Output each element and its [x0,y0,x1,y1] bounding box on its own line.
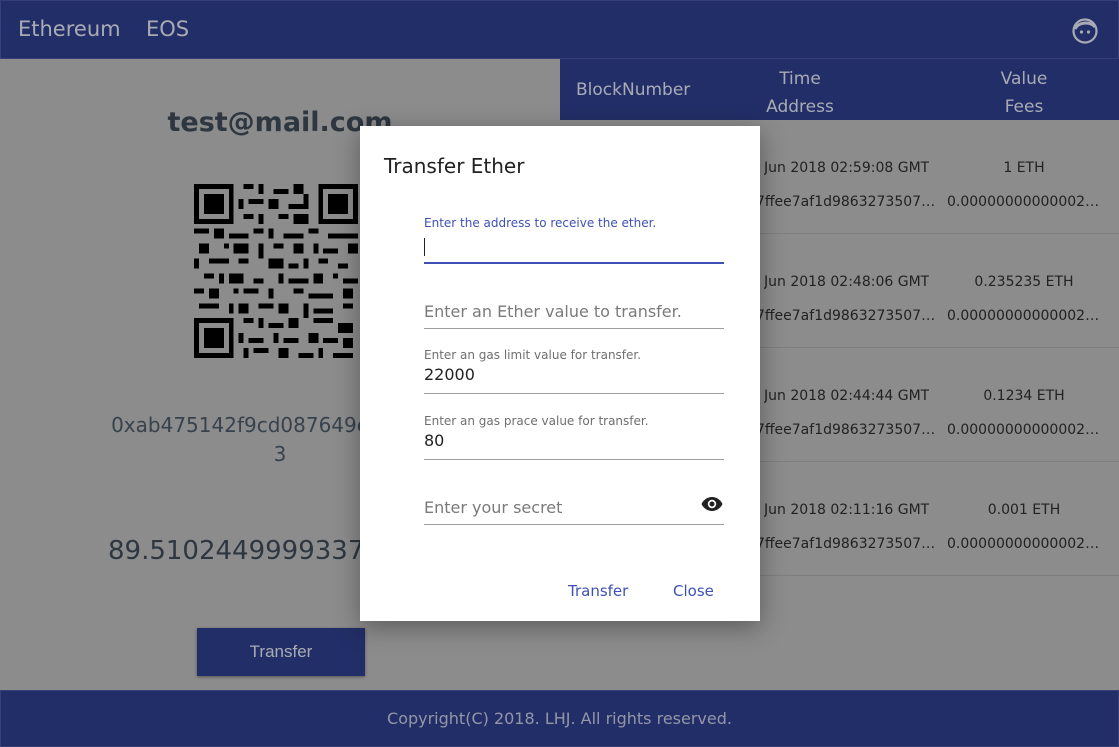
text-caret [424,238,425,256]
dialog-transfer-button[interactable]: Transfer [568,582,628,600]
input-underline [424,393,724,394]
dialog-title: Transfer Ether [384,154,525,178]
transfer-dialog: Transfer Ether Enter the address to rece… [360,126,760,621]
secret-input[interactable]: Enter your secret [424,498,724,525]
ether-value-placeholder: Enter an Ether value to transfer. [424,302,682,321]
input-underline [424,524,724,525]
eye-icon[interactable] [700,492,724,516]
gas-price-value: 80 [424,431,445,450]
gas-price-label: Enter an gas prace value for transfer. [424,414,649,428]
dialog-close-button[interactable]: Close [673,582,714,600]
ether-value-input[interactable]: Enter an Ether value to transfer. [424,302,724,329]
input-underline [424,328,724,329]
receiver-address-input[interactable]: Enter the address to receive the ether. [424,216,724,264]
gas-limit-label: Enter an gas limit value for transfer. [424,348,642,362]
receiver-address-label: Enter the address to receive the ether. [424,216,657,230]
gas-price-input[interactable]: Enter an gas prace value for transfer. 8… [424,414,724,460]
gas-limit-input[interactable]: Enter an gas limit value for transfer. 2… [424,348,724,394]
gas-limit-value: 22000 [424,365,475,384]
secret-placeholder: Enter your secret [424,498,563,517]
input-underline [424,262,724,264]
input-underline [424,459,724,460]
